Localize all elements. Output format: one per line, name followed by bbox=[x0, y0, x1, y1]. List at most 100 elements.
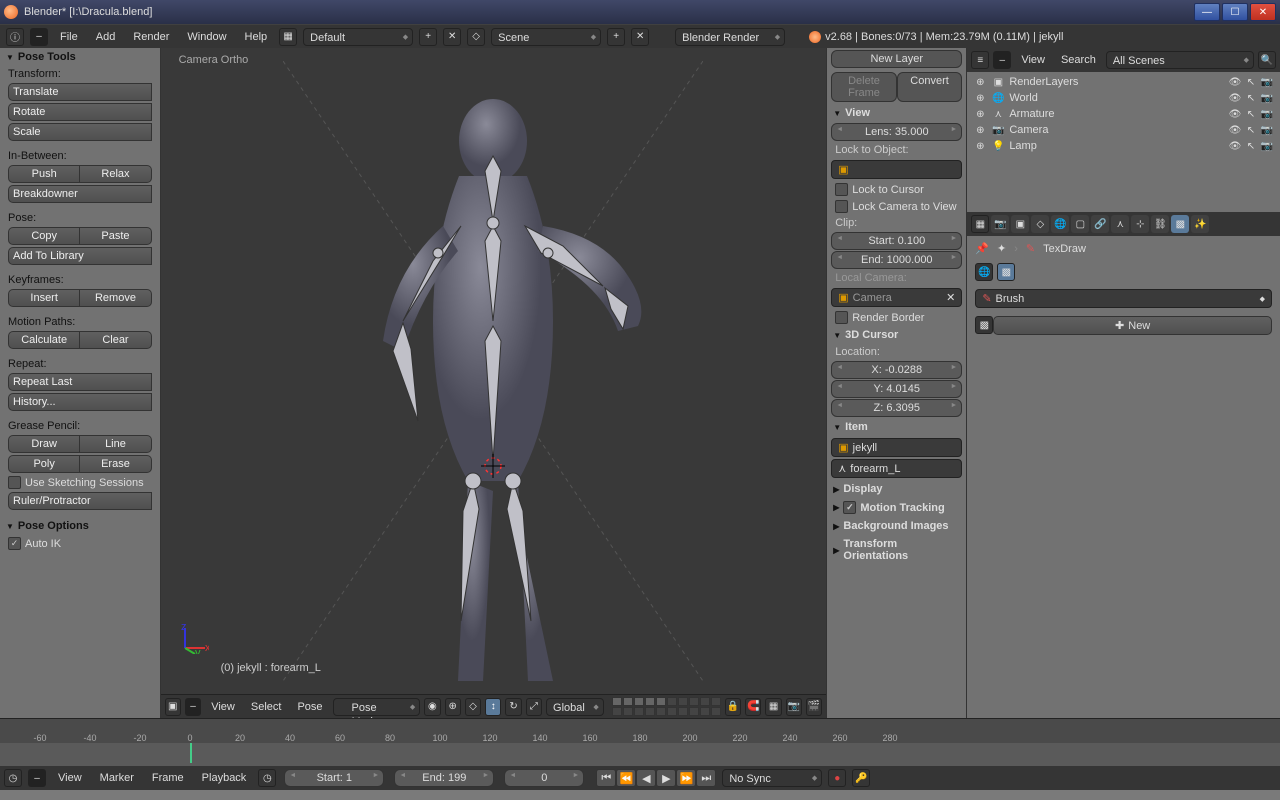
lock-camera-checkbox[interactable]: Lock Camera to View bbox=[827, 198, 966, 215]
expand-icon[interactable]: ⊕ bbox=[973, 139, 987, 153]
end-frame-field[interactable]: End: 199 bbox=[394, 769, 494, 787]
motiontrack-panel-header[interactable]: ✓Motion Tracking bbox=[827, 498, 966, 517]
visibility-icon[interactable]: 👁 bbox=[1228, 139, 1242, 153]
use-preview-range-icon[interactable]: ◷ bbox=[258, 769, 276, 787]
copy-pose-button[interactable]: Copy bbox=[8, 227, 80, 245]
view-menu[interactable]: View bbox=[205, 699, 241, 715]
lock-cursor-checkbox[interactable]: Lock to Cursor bbox=[827, 181, 966, 198]
outliner-item[interactable]: ⊕▣RenderLayers👁↖📷 bbox=[973, 74, 1274, 90]
snap-icon[interactable]: 🧲 bbox=[745, 698, 761, 716]
keyingset-icon[interactable]: 🔑 bbox=[852, 769, 870, 787]
clip-end-field[interactable]: End: 1000.000 bbox=[831, 251, 962, 269]
draw-button[interactable]: Draw bbox=[8, 435, 80, 453]
calculate-paths-button[interactable]: Calculate bbox=[8, 331, 80, 349]
lock-layers-icon[interactable]: 🔒 bbox=[725, 698, 741, 716]
start-frame-field[interactable]: Start: 1 bbox=[284, 769, 384, 787]
brush-name-field[interactable]: ✎Brush◆ bbox=[975, 289, 1272, 308]
editor-type-icon[interactable]: ≡ bbox=[971, 51, 989, 69]
collapse-menus-icon[interactable]: – bbox=[993, 51, 1011, 69]
selectable-icon[interactable]: ↖ bbox=[1244, 123, 1258, 137]
pivot-icon[interactable]: ⊕ bbox=[445, 698, 461, 716]
cursor-panel-header[interactable]: 3D Cursor bbox=[827, 326, 966, 344]
scene-browse-icon[interactable]: ◇ bbox=[467, 28, 485, 46]
tl-frame-menu[interactable]: Frame bbox=[146, 770, 190, 786]
add-screen-icon[interactable]: + bbox=[419, 28, 437, 46]
item-panel-header[interactable]: Item bbox=[827, 418, 966, 436]
menu-render[interactable]: Render bbox=[127, 29, 175, 45]
tl-view-menu[interactable]: View bbox=[52, 770, 88, 786]
object-name-field[interactable]: ▣jekyll bbox=[831, 438, 962, 457]
editor-type-icon[interactable]: ⓘ bbox=[6, 28, 24, 46]
autokey-icon[interactable]: ● bbox=[828, 769, 846, 787]
line-button[interactable]: Line bbox=[80, 435, 151, 453]
editor-type-icon[interactable]: ▦ bbox=[971, 215, 989, 233]
rotate-button[interactable]: Rotate bbox=[8, 103, 152, 121]
push-button[interactable]: Push bbox=[8, 165, 80, 183]
visibility-icon[interactable]: 👁 bbox=[1228, 75, 1242, 89]
editor-type-icon[interactable]: ◷ bbox=[4, 769, 22, 787]
sync-mode-select[interactable]: No Sync bbox=[722, 769, 822, 787]
translate-manip-icon[interactable]: ↕ bbox=[485, 698, 501, 716]
ruler-button[interactable]: Ruler/Protractor bbox=[8, 492, 152, 510]
timeline[interactable]: -60-40-200204060801001201401601802002202… bbox=[0, 718, 1280, 766]
render-tab-icon[interactable]: 📷 bbox=[991, 215, 1009, 233]
screen-browse-icon[interactable]: ▦ bbox=[279, 28, 297, 46]
view-panel-header[interactable]: View bbox=[827, 104, 966, 122]
play-reverse-icon[interactable]: ◀ bbox=[636, 769, 656, 787]
shading-icon[interactable]: ◉ bbox=[424, 698, 440, 716]
visibility-icon[interactable]: 👁 bbox=[1228, 91, 1242, 105]
tl-playback-menu[interactable]: Playback bbox=[196, 770, 253, 786]
menu-file[interactable]: File bbox=[54, 29, 84, 45]
collapse-menus-icon[interactable]: – bbox=[28, 769, 46, 787]
delete-frame-button[interactable]: Delete Frame bbox=[831, 72, 897, 102]
scene-select[interactable]: Scene bbox=[491, 28, 601, 46]
keyframe-prev-icon[interactable]: ⏪ bbox=[616, 769, 636, 787]
texture-slot-icon[interactable]: ▩ bbox=[975, 316, 993, 334]
new-layer-button[interactable]: New Layer bbox=[831, 50, 962, 68]
selectable-icon[interactable]: ↖ bbox=[1244, 91, 1258, 105]
history-button[interactable]: History... bbox=[8, 393, 152, 411]
outliner-item[interactable]: ⊕💡Lamp👁↖📷 bbox=[973, 138, 1274, 154]
insert-key-button[interactable]: Insert bbox=[8, 289, 80, 307]
texture-tab-icon[interactable]: ▩ bbox=[1171, 215, 1189, 233]
clip-start-field[interactable]: Start: 0.100 bbox=[831, 232, 962, 250]
relax-button[interactable]: Relax bbox=[80, 165, 151, 183]
renderable-icon[interactable]: 📷 bbox=[1260, 75, 1274, 89]
brush-context-icon[interactable]: ▩ bbox=[997, 263, 1015, 281]
world-context-icon[interactable]: 🌐 bbox=[975, 263, 993, 281]
selectable-icon[interactable]: ↖ bbox=[1244, 139, 1258, 153]
timeline-ruler[interactable]: -60-40-200204060801001201401601802002202… bbox=[0, 719, 1280, 743]
render-engine-select[interactable]: Blender Render bbox=[675, 28, 785, 46]
display-panel-header[interactable]: Display bbox=[827, 480, 966, 498]
outliner-view-menu[interactable]: View bbox=[1015, 52, 1051, 68]
render-preview-icon[interactable]: 📷 bbox=[786, 698, 802, 716]
collapse-menus-icon[interactable]: – bbox=[30, 28, 48, 46]
rotate-manip-icon[interactable]: ↻ bbox=[505, 698, 521, 716]
outliner-item[interactable]: ⊕📷Camera👁↖📷 bbox=[973, 122, 1274, 138]
tl-marker-menu[interactable]: Marker bbox=[94, 770, 140, 786]
breakdowner-button[interactable]: Breakdowner bbox=[8, 185, 152, 203]
armature-tab-icon[interactable]: ⋏ bbox=[1111, 215, 1129, 233]
visibility-icon[interactable]: 👁 bbox=[1228, 107, 1242, 121]
bone-tab-icon[interactable]: ⊹ bbox=[1131, 215, 1149, 233]
search-icon[interactable]: 🔍 bbox=[1258, 51, 1276, 69]
cursor-z-field[interactable]: Z: 6.3095 bbox=[831, 399, 962, 417]
delete-screen-icon[interactable]: ✕ bbox=[443, 28, 461, 46]
particles-tab-icon[interactable]: ✨ bbox=[1191, 215, 1209, 233]
render-border-checkbox[interactable]: Render Border bbox=[827, 309, 966, 326]
visibility-icon[interactable]: 👁 bbox=[1228, 123, 1242, 137]
renderable-icon[interactable]: 📷 bbox=[1260, 123, 1274, 137]
erase-button[interactable]: Erase bbox=[80, 455, 151, 473]
clear-icon[interactable]: ✕ bbox=[946, 291, 955, 304]
layers-tab-icon[interactable]: ▣ bbox=[1011, 215, 1029, 233]
maximize-button[interactable]: ☐ bbox=[1222, 3, 1248, 21]
translate-button[interactable]: Translate bbox=[8, 83, 152, 101]
object-tab-icon[interactable]: ▢ bbox=[1071, 215, 1089, 233]
xform-orient-panel-header[interactable]: Transform Orientations bbox=[827, 535, 966, 565]
scale-manip-icon[interactable]: ⤢ bbox=[526, 698, 542, 716]
cursor-x-field[interactable]: X: -0.0288 bbox=[831, 361, 962, 379]
current-frame-field[interactable]: 0 bbox=[504, 769, 584, 787]
snap-target-icon[interactable]: ▦ bbox=[765, 698, 781, 716]
cursor-y-field[interactable]: Y: 4.0145 bbox=[831, 380, 962, 398]
render-anim-icon[interactable]: 🎬 bbox=[806, 698, 822, 716]
